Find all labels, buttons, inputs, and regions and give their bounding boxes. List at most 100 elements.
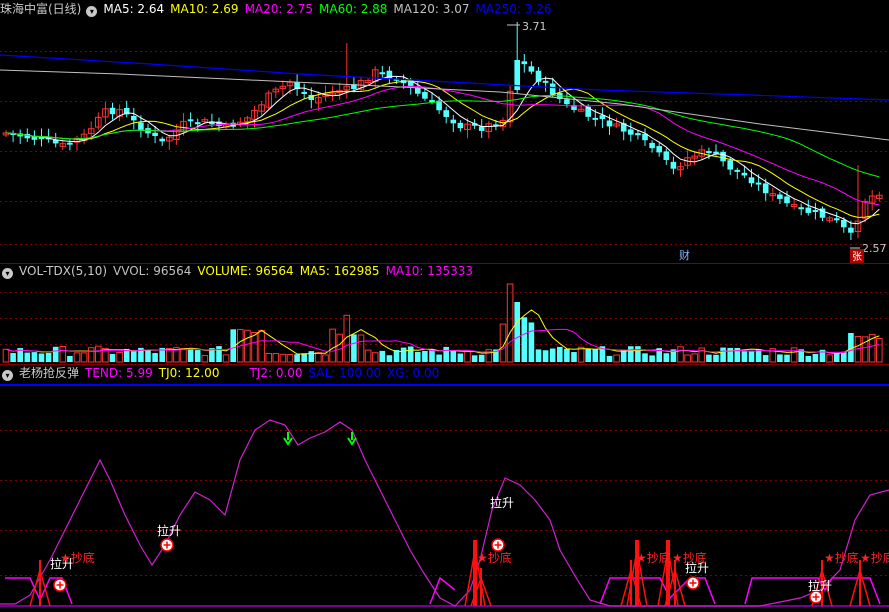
volume-bar bbox=[557, 346, 563, 362]
ma20-line bbox=[5, 85, 880, 206]
volume-bar bbox=[635, 346, 641, 362]
volume-bar bbox=[663, 353, 670, 362]
candle-body bbox=[670, 161, 677, 169]
volume-bar bbox=[80, 352, 88, 363]
volume-bar bbox=[73, 352, 81, 363]
volume-bar bbox=[386, 355, 393, 362]
indicator-label: MA120: 3.07 bbox=[393, 2, 470, 16]
down-arrow-icon bbox=[347, 432, 357, 446]
candle-body bbox=[152, 132, 158, 137]
volume-bar bbox=[790, 347, 798, 363]
volume-bar bbox=[180, 348, 187, 363]
chevron-down-icon[interactable]: ▾ bbox=[2, 268, 13, 279]
volume-panel bbox=[2, 283, 883, 363]
volume-bar bbox=[528, 322, 535, 362]
volume-bar bbox=[876, 337, 883, 363]
volume-bar bbox=[145, 350, 151, 362]
volume-bar bbox=[684, 354, 691, 363]
candle-body bbox=[606, 120, 613, 127]
volume-bar bbox=[741, 351, 748, 362]
volume-bar bbox=[87, 347, 95, 363]
volume-bar bbox=[592, 348, 599, 362]
volume-bar bbox=[826, 354, 833, 363]
candle-body bbox=[592, 117, 599, 120]
volume-bar bbox=[265, 352, 272, 363]
chevron-down-icon[interactable]: ▾ bbox=[2, 370, 13, 381]
volume-bar bbox=[45, 352, 52, 362]
volume-bar bbox=[777, 354, 783, 362]
volume-bar bbox=[109, 353, 116, 362]
label-chaodi: ★抄底 bbox=[824, 550, 859, 565]
ma250-line bbox=[0, 54, 889, 101]
marker-cai: 财 bbox=[679, 248, 690, 262]
candle-body bbox=[727, 160, 733, 170]
volume-bar bbox=[720, 347, 726, 362]
volume-bar bbox=[450, 350, 457, 362]
volume-bar bbox=[535, 349, 542, 362]
volume-bar bbox=[59, 346, 67, 363]
volume-bar bbox=[691, 353, 699, 363]
ma60-line bbox=[5, 95, 880, 178]
candle-body bbox=[138, 122, 144, 131]
candle-body bbox=[656, 146, 662, 153]
volume-bar bbox=[577, 346, 585, 363]
label-lasheng: 拉升 bbox=[490, 495, 514, 510]
indicator-label: MA5: 2.64 bbox=[103, 2, 165, 16]
volume-bar bbox=[201, 355, 209, 363]
candle-body bbox=[762, 183, 769, 194]
chart-stage: 3.71 2.57 财张 拉升 拉升 拉升 拉升 拉升 ★抄底 ★抄底 ★抄底 ★抄底 ★抄底 ★抄底 … bbox=[0, 0, 889, 612]
volume-bar bbox=[2, 348, 10, 363]
candle-body bbox=[649, 142, 655, 149]
candle-body bbox=[635, 133, 641, 136]
price-indicators: MA5: 2.64 MA10: 2.69 MA20: 2.75 MA60: 2.88 M… bbox=[103, 2, 557, 16]
indicator-label: MA20: 2.75 bbox=[244, 2, 313, 16]
chevron-down-icon[interactable]: ▾ bbox=[86, 6, 98, 17]
volume-bar bbox=[152, 353, 158, 362]
candle-body bbox=[741, 172, 748, 176]
volume-bar bbox=[95, 345, 102, 363]
indicator-panel: 拉升拉升拉升拉升拉升★抄底 ★抄底 ★抄底 ★抄底 ★抄底 ★抄底 bbox=[0, 384, 889, 607]
volume-bar bbox=[571, 352, 577, 362]
candle-body bbox=[109, 107, 116, 115]
volume-bar bbox=[329, 328, 336, 363]
volume-bar bbox=[31, 352, 38, 362]
volume-bar bbox=[649, 355, 655, 362]
candle-body bbox=[784, 196, 790, 204]
volume-bar bbox=[315, 352, 322, 363]
low-label: 2.57 bbox=[862, 242, 887, 255]
high-label: 3.71 bbox=[522, 20, 547, 33]
vol-ma5-line bbox=[5, 309, 880, 355]
candle-body bbox=[187, 119, 194, 122]
label-lasheng: 拉升 bbox=[157, 523, 181, 538]
volume-bar bbox=[194, 350, 201, 362]
chart-canvas[interactable]: 3.712.57财张 拉升拉升拉升拉升拉升★抄底 ★抄底 ★抄底 ★抄底 ★抄底 ★抄底 bbox=[0, 0, 889, 612]
indicator-label: TEND: 5.99 bbox=[85, 366, 153, 380]
volume-bar bbox=[251, 332, 258, 363]
volume-bar bbox=[514, 302, 520, 362]
candle-body bbox=[67, 142, 73, 145]
volume-bar bbox=[351, 334, 357, 362]
candle-body bbox=[663, 151, 670, 160]
volume-bar bbox=[116, 352, 123, 363]
candle-body bbox=[564, 99, 570, 105]
volume-bar bbox=[585, 348, 591, 362]
volume-bar bbox=[613, 354, 620, 363]
volume-bar bbox=[371, 352, 379, 363]
candle-body bbox=[542, 80, 549, 83]
volume-bar bbox=[415, 351, 421, 362]
volume-bar bbox=[258, 329, 265, 363]
volume-bar bbox=[38, 353, 45, 362]
indicator-label: MA10: 2.69 bbox=[170, 2, 239, 16]
volume-bar bbox=[784, 354, 790, 362]
volume-bar bbox=[727, 347, 733, 362]
indicator-header: ▾ 老杨抢反弹 TEND: 5.99 TJ0: 12.00 TJ2: 0.00 SAL: … bbox=[0, 364, 451, 382]
volume-bar bbox=[628, 346, 634, 362]
candle-body bbox=[429, 100, 435, 103]
volume-bar bbox=[805, 355, 812, 362]
indicator-label: MA10: 135333 bbox=[385, 264, 474, 278]
marker-k: 张 bbox=[852, 251, 862, 263]
volume-bar bbox=[216, 346, 222, 362]
volume-bar bbox=[542, 350, 549, 362]
candle-body bbox=[706, 151, 712, 154]
volume-bar bbox=[471, 355, 478, 362]
